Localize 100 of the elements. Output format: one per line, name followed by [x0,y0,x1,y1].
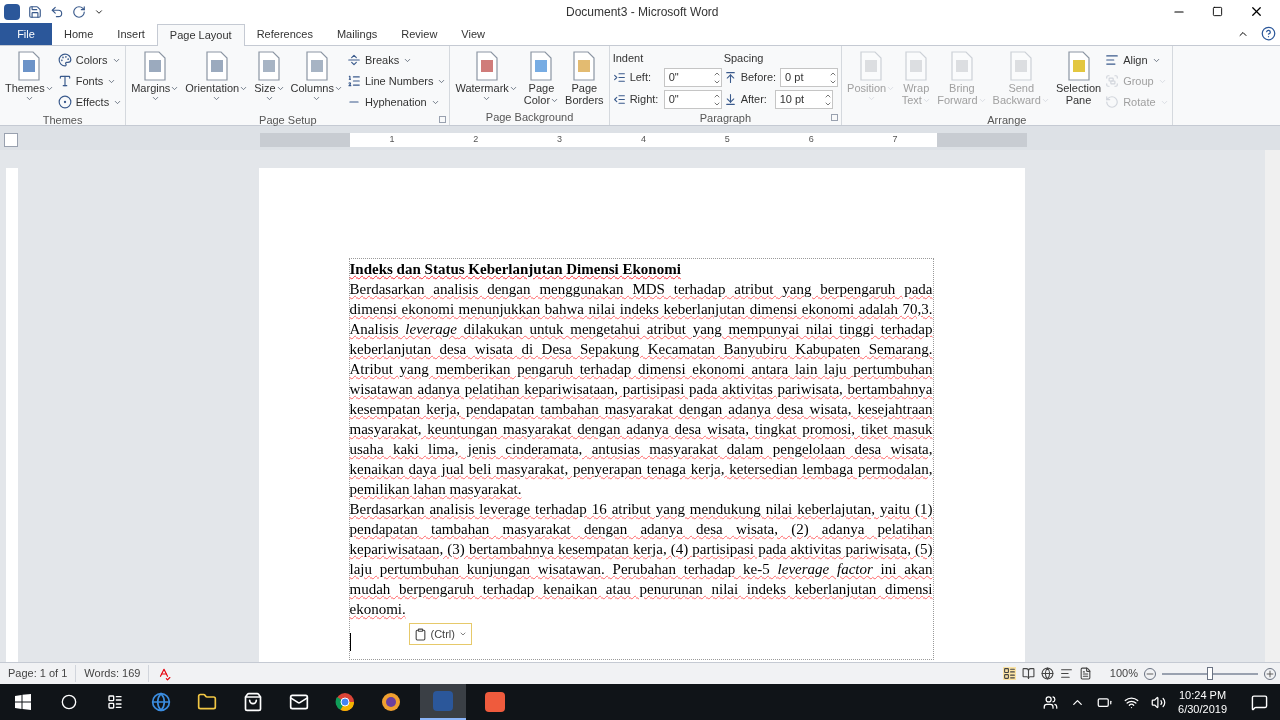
page-count: Page: 1 of 1 [0,665,77,682]
people-icon[interactable] [1043,694,1059,710]
tab-stop-selector[interactable] [4,133,18,147]
group-heading: Spacing [723,51,765,66]
ruler-number: 2 [473,133,479,147]
rotate-icon [1105,95,1120,109]
dropdown-caret-icon [458,630,467,638]
ribbon-button[interactable]: Page Color [521,50,562,106]
ribbon-button[interactable]: Watermark [453,50,520,103]
dropdown-caret-icon [312,94,322,103]
ribbon-button[interactable]: Colors [57,50,123,70]
align-icon [1105,53,1120,67]
web-layout-icon[interactable] [1040,667,1054,680]
spacing-before-icon [723,71,737,84]
search-icon[interactable] [61,694,77,710]
outline-icon[interactable] [1059,667,1073,680]
dropdown-caret-icon [482,94,492,103]
group-icon [1105,74,1120,88]
ribbon-button[interactable]: Line Numbers [346,71,447,91]
circle-icon [57,95,72,109]
dropdown-caret-icon [212,94,222,103]
draft-icon[interactable] [1078,667,1092,680]
ribbon-button[interactable]: Themes [3,50,56,103]
text-cursor [349,633,351,651]
spacing-after-icon [723,93,737,106]
word-app-icon[interactable] [420,684,466,720]
ribbon-button[interactable]: Page Borders [563,50,606,106]
spin-field[interactable]: 0 pt [780,68,839,87]
word-logo-icon[interactable] [4,3,20,20]
browser-circle-icon[interactable] [335,692,355,712]
folder-icon[interactable] [197,692,217,712]
ribbon-button[interactable]: Orientation [183,50,251,103]
ribbon-button[interactable]: Margins [129,50,182,103]
field-label: Before: [740,70,777,86]
editor-app-icon[interactable] [485,692,505,712]
wifi-icon[interactable] [1124,694,1140,710]
zoom-level[interactable]: 100% [1109,665,1138,682]
ribbon-tab[interactable]: File [0,23,52,45]
group-label: Themes [42,112,83,128]
store-icon[interactable] [243,692,263,712]
ribbon-tab[interactable]: Page Layout [156,24,245,46]
browser-icon[interactable] [151,692,171,712]
ribbon-button[interactable]: Size [252,50,287,103]
palette-icon [57,53,72,67]
indent-left-icon [612,71,626,84]
numbered-list-icon [346,74,361,88]
proofing-icon[interactable] [157,666,172,681]
ribbon-tab[interactable]: References [244,23,325,45]
save-icon[interactable] [28,4,42,19]
help-icon[interactable] [1261,26,1276,41]
print-layout-icon[interactable] [1002,667,1016,680]
ribbon-button[interactable]: Hyphenation [346,92,447,112]
body-paragraph: Berdasarkan analisis dengan menggunakan MDS terhadap atribut yang berpengaruh pada dimensi ekonomi menunjukkan bahwa nilai indeks keberlanjutan dimensi ekonomi adalah 70,3. Analisis leverage dilakukan untuk mengetahui atribut yang mempunyai nilai tinggi terhadap keberlanjutan desa wisata di Desa Sepakung Kecamatan Banyubiru Kabupaten Semarang. Atribut yang memberikan pengaruh terhadap dimensi ekonomi antara lain laju pertumbuhan wisatawan adanya pelatihan kepariwisataan, partisipasi pada aktivitas pariwisata, bertambahnya kesempatan kerja, pendapatan tambahan masyarakat dengan adanya desa wisata, kesejahtraan masyarakat, keuntungan masyarakat dengan adanya desa wisata, tingkat promosi, tiket masuk usaha kaki lima, jenis cinderamata, antusias masyarakat dalam pengelolaan desa wisata, kenaikan daya jual beli masyarakat, penyerapan tenaga kerja, ketersedian lembaga permodalan, pemilikan lahan masyarakat. [349,280,933,499]
close-icon[interactable] [1249,4,1264,19]
reading-layout-icon[interactable] [1021,667,1035,680]
ruler-number: 7 [892,133,898,147]
page-break-icon [346,53,361,67]
spin-field[interactable]: 0" [663,90,722,109]
field-label: Right: [629,92,660,108]
word-count[interactable]: Words: 169 [76,665,150,682]
vertical-scrollbar[interactable] [1265,150,1280,662]
ribbon-button[interactable]: Columns [288,50,345,103]
ruler-number: 3 [557,133,563,147]
ribbon-tab[interactable]: Insert [105,23,157,45]
letter-icon [57,74,72,88]
task-view-icon[interactable] [107,694,123,710]
spin-field[interactable]: 10 pt [774,90,833,109]
volume-icon[interactable] [1151,694,1167,710]
spin-field[interactable]: 0" [663,68,722,87]
ruler-number: 6 [808,133,814,147]
ribbon-button[interactable]: Selection Pane [1053,50,1104,106]
restore-icon[interactable] [1212,6,1223,17]
ruler-number: 5 [724,133,730,147]
undo-icon[interactable] [50,4,64,19]
ribbon-tab[interactable]: View [449,23,497,45]
group-label: Arrange [987,112,1027,128]
mail-icon[interactable] [289,692,309,712]
windows-logo-icon[interactable] [15,694,31,710]
clock-date: 6/30/2019 [1178,702,1227,716]
ribbon-tab[interactable]: Home [52,23,106,45]
field-label: After: [740,92,768,108]
ribbon-button[interactable]: Breaks [346,50,447,70]
ribbon-button[interactable]: Effects [57,92,123,112]
zoom-slider-thumb[interactable] [1207,666,1213,680]
group-label: Paragraph [699,110,752,126]
ribbon-button[interactable]: Align [1105,50,1169,70]
ruler-number: 1 [389,133,395,147]
group-heading: Indent [612,51,645,66]
group-label: Page Setup [259,112,317,128]
body-paragraph: Berdasarkan analisis leverage terhadap 16 atribut yang mendukung nilai keberlajutan, yaitu (1) pendapatan tambahan masyarakat dengan adanya desa wisata, (2) adanya pelatihan kepariwisataan, (3) bertambahnya kesempatan kerja, (4) partisipasi pada aktivitas pariwisata, (5) laju pertumbuhan kunjungan wisatawan. Perubahan terhadap ke-5 leverage factor ini akan mudah berpengaruh terhadap kenaikan atau penurunan nilai indeks keberlanjutan dimensi ekonomi. [349,500,933,619]
redo-icon[interactable] [72,4,86,19]
clock-time: 10:24 PM [1179,688,1227,702]
ribbon-tab[interactable]: Review [389,23,450,45]
document-heading: Indeks dan Status Keberlanjutan Dimensi Ekonomi [349,260,682,279]
field-label: Left: [629,70,653,86]
clipboard-icon [413,627,427,641]
ribbon-tab[interactable]: Mailings [324,23,390,45]
notifications-icon[interactable] [1251,693,1268,711]
paste-options-button[interactable]: (Ctrl) [408,623,472,645]
ribbon-button[interactable]: Fonts [57,71,123,91]
